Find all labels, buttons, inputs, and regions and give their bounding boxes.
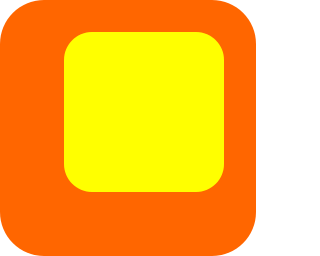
icon-inner-square [64,32,224,192]
stop-square-icon [0,0,256,256]
